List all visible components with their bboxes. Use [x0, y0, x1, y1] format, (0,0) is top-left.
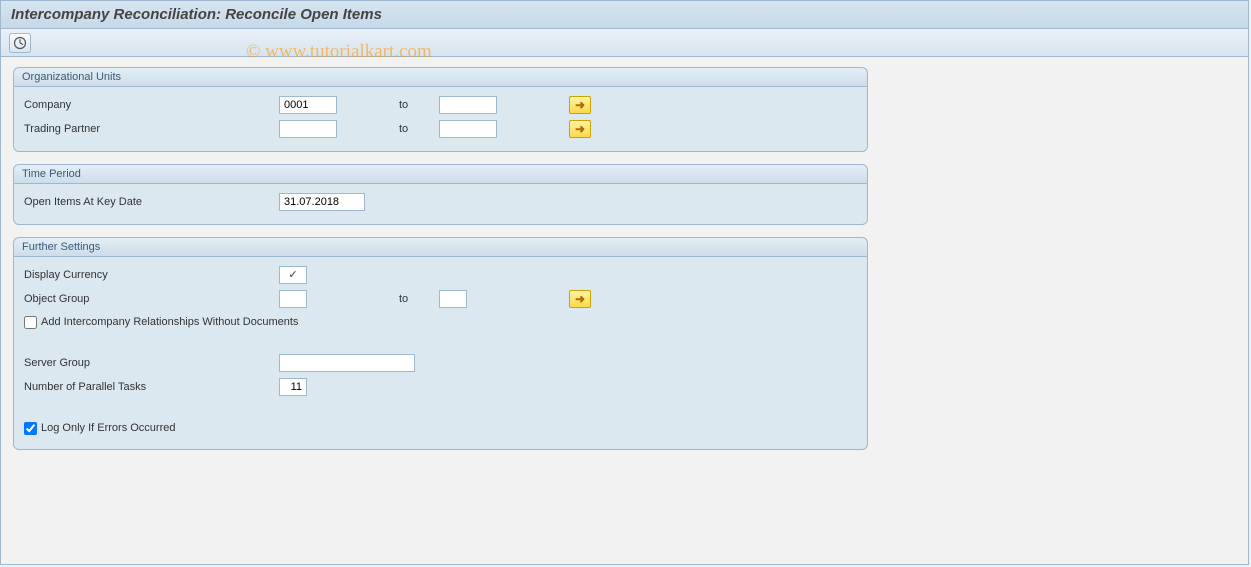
- input-company-from[interactable]: [279, 96, 337, 114]
- row-add-relationships: Add Intercompany Relationships Without D…: [24, 311, 857, 333]
- group-title-org: Organizational Units: [14, 68, 867, 87]
- row-server-group: Server Group: [24, 351, 857, 375]
- label-object-group-to: to: [379, 293, 439, 305]
- row-company: Company to ➜: [24, 93, 857, 117]
- checkbox-add-relationships[interactable]: [24, 316, 37, 329]
- row-trading-partner: Trading Partner to ➜: [24, 117, 857, 141]
- label-trading-to: to: [379, 123, 439, 135]
- row-log-errors: Log Only If Errors Occurred: [24, 417, 857, 439]
- group-title-time: Time Period: [14, 165, 867, 184]
- group-time-period: Time Period Open Items At Key Date: [13, 164, 868, 225]
- label-keydate: Open Items At Key Date: [24, 196, 279, 208]
- input-object-group-from[interactable]: [279, 290, 307, 308]
- label-company: Company: [24, 99, 279, 111]
- label-parallel-tasks: Number of Parallel Tasks: [24, 381, 279, 393]
- clock-execute-icon: [13, 36, 27, 50]
- input-server-group[interactable]: [279, 354, 415, 372]
- label-log-errors: Log Only If Errors Occurred: [41, 422, 176, 434]
- arrow-right-icon: ➜: [575, 292, 585, 306]
- group-further-settings: Further Settings Display Currency ✓ Obje…: [13, 237, 868, 450]
- multi-select-company-button[interactable]: ➜: [569, 96, 591, 114]
- row-parallel-tasks: Number of Parallel Tasks: [24, 375, 857, 399]
- label-display-currency: Display Currency: [24, 269, 279, 281]
- checkbox-display-currency[interactable]: ✓: [279, 266, 307, 284]
- label-object-group: Object Group: [24, 293, 279, 305]
- multi-select-trading-button[interactable]: ➜: [569, 120, 591, 138]
- window-frame: Intercompany Reconciliation: Reconcile O…: [0, 0, 1249, 565]
- row-display-currency: Display Currency ✓: [24, 263, 857, 287]
- input-trading-to[interactable]: [439, 120, 497, 138]
- input-company-to[interactable]: [439, 96, 497, 114]
- arrow-right-icon: ➜: [575, 98, 585, 112]
- row-object-group: Object Group to ➜: [24, 287, 857, 311]
- page-title: Intercompany Reconciliation: Reconcile O…: [1, 1, 1248, 29]
- group-title-further: Further Settings: [14, 238, 867, 257]
- label-add-relationships: Add Intercompany Relationships Without D…: [41, 316, 298, 328]
- input-keydate[interactable]: [279, 193, 365, 211]
- input-parallel-tasks[interactable]: [279, 378, 307, 396]
- content-area: Organizational Units Company to ➜ Tradin…: [1, 57, 1248, 472]
- checkbox-log-errors[interactable]: [24, 422, 37, 435]
- multi-select-object-group-button[interactable]: ➜: [569, 290, 591, 308]
- execute-button[interactable]: [9, 33, 31, 53]
- group-organizational-units: Organizational Units Company to ➜ Tradin…: [13, 67, 868, 152]
- row-keydate: Open Items At Key Date: [24, 190, 857, 214]
- toolbar: [1, 29, 1248, 57]
- label-company-to: to: [379, 99, 439, 111]
- arrow-right-icon: ➜: [575, 122, 585, 136]
- input-object-group-to[interactable]: [439, 290, 467, 308]
- input-trading-from[interactable]: [279, 120, 337, 138]
- label-trading-partner: Trading Partner: [24, 123, 279, 135]
- label-server-group: Server Group: [24, 357, 279, 369]
